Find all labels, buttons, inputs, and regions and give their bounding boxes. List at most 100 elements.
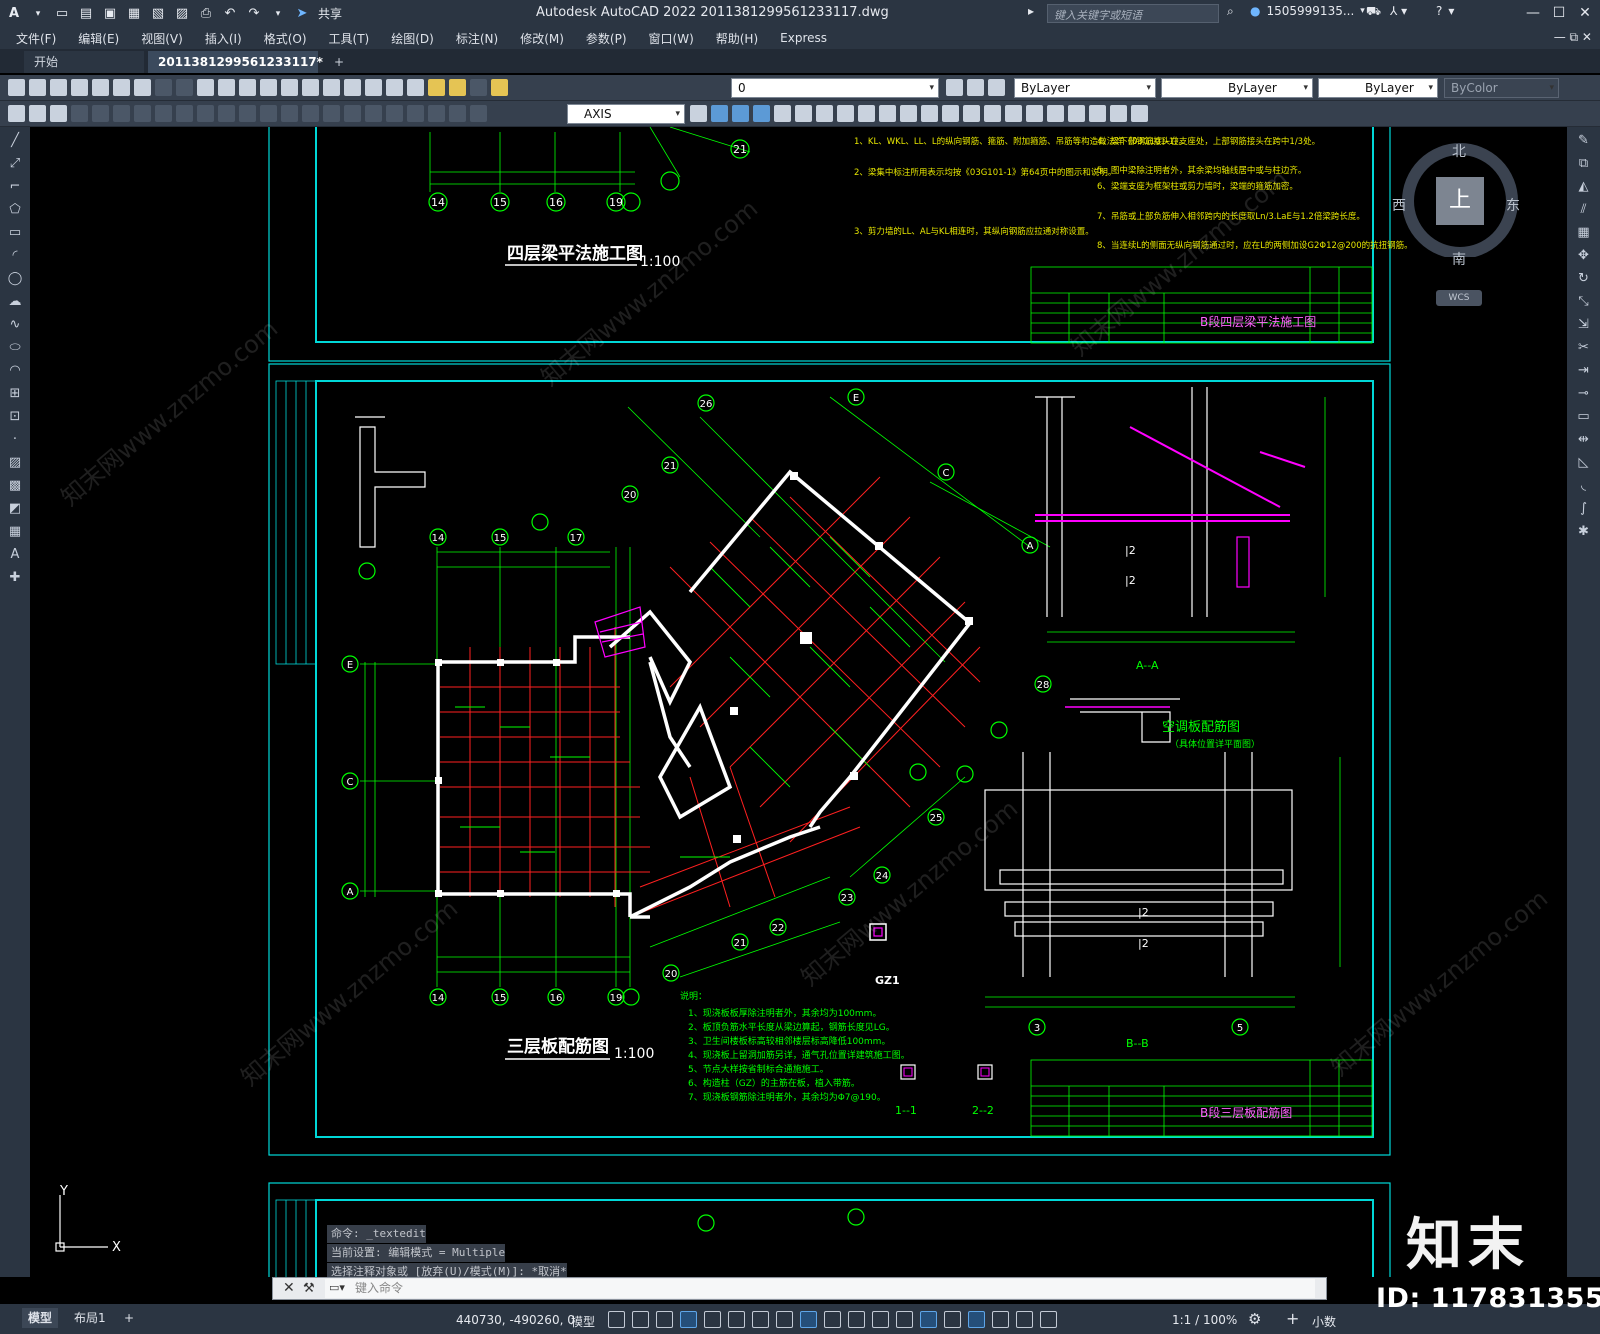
add-layout-button[interactable]: +	[118, 1308, 140, 1328]
document-window-controls[interactable]: — ⧉ ✕	[1554, 30, 1592, 45]
continue-dim-icon[interactable]	[281, 105, 298, 122]
customize-dropdown-icon[interactable]: ▾	[270, 6, 286, 22]
copy-icon[interactable]: ⧉	[1575, 155, 1593, 173]
ucs-y-icon[interactable]	[984, 105, 1001, 122]
inspection-icon[interactable]	[386, 105, 403, 122]
dim-update-icon[interactable]	[470, 105, 487, 122]
redo-icon[interactable]	[176, 79, 193, 96]
rotate-icon[interactable]: ↻	[1575, 270, 1593, 288]
sheet-set-icon[interactable]	[344, 79, 361, 96]
object-snap-icon[interactable]	[800, 1311, 817, 1328]
layer-properties-icon[interactable]	[946, 79, 963, 96]
hatch-icon[interactable]: ▨	[6, 454, 24, 472]
design-center-icon[interactable]	[302, 79, 319, 96]
linear-dim-icon[interactable]	[71, 105, 88, 122]
explode-icon[interactable]: ✱	[1575, 523, 1593, 541]
insert-block-icon[interactable]: ⊞	[6, 385, 24, 403]
minimize-button[interactable]: —	[1520, 2, 1546, 24]
center-mark-icon[interactable]	[365, 105, 382, 122]
layer-previous-icon[interactable]	[988, 79, 1005, 96]
annotation-scale[interactable]: 1:1 / 100%	[1172, 1313, 1237, 1327]
menu-format[interactable]: 格式(O)	[264, 30, 307, 47]
undo-icon[interactable]	[155, 79, 172, 96]
share-label[interactable]: 共享	[318, 5, 342, 22]
zoom-previous-icon[interactable]	[260, 79, 277, 96]
table-icon[interactable]: ▦	[6, 523, 24, 541]
scale-icon[interactable]: ⤡	[1575, 293, 1593, 311]
spline-icon[interactable]: ∿	[6, 316, 24, 334]
tab-current-drawing[interactable]: 2011381299561233117*	[148, 51, 323, 73]
make-current-icon[interactable]	[967, 79, 984, 96]
web-open-icon[interactable]: ▧	[150, 6, 166, 22]
join-icon[interactable]: ⇹	[1575, 431, 1593, 449]
ortho-icon[interactable]	[704, 1311, 721, 1328]
view-front-icon[interactable]	[711, 105, 728, 122]
viewcube-north[interactable]: 北	[1452, 141, 1466, 161]
polar-tracking-icon[interactable]	[728, 1311, 745, 1328]
menu-modify[interactable]: 修改(M)	[520, 30, 564, 47]
redo-icon[interactable]: ↷	[246, 6, 262, 22]
wcs-menu[interactable]: WCS	[1436, 290, 1482, 306]
autodesk-a360-icon[interactable]: ⅄ ▾	[1390, 4, 1407, 18]
print-icon[interactable]: ⎙	[198, 6, 214, 22]
wireframe-icon[interactable]	[1089, 105, 1106, 122]
autocad-logo-icon[interactable]: A	[6, 6, 22, 22]
menu-window[interactable]: 窗口(W)	[649, 30, 694, 47]
cursor-coordinates[interactable]: 440730, -490260, 0	[456, 1313, 575, 1327]
object-snap-tracking-icon[interactable]	[776, 1311, 793, 1328]
stretch-icon[interactable]: ⇲	[1575, 316, 1593, 334]
transparency-icon[interactable]	[848, 1311, 865, 1328]
extend-icon[interactable]: ⇥	[1575, 362, 1593, 380]
menu-view[interactable]: 视图(V)	[141, 30, 183, 47]
drawing-canvas[interactable]: 14 15 16 19 21 四层梁平法施工图 1:100 1、KL、WKL、L…	[30, 127, 1567, 1277]
model-space-button[interactable]: 模型	[571, 1313, 595, 1330]
hatch-icon[interactable]	[50, 105, 67, 122]
new-tab-button[interactable]: +	[324, 51, 348, 73]
web-save-icon[interactable]: ▨	[174, 6, 190, 22]
ellipse-icon[interactable]: ⬭	[6, 339, 24, 357]
region-icon[interactable]: ◩	[6, 500, 24, 518]
close-button[interactable]: ✕	[1572, 2, 1598, 24]
erase-icon[interactable]: ✎	[1575, 132, 1593, 150]
aligned-dim-icon[interactable]	[92, 105, 109, 122]
tool-palettes-icon[interactable]	[323, 79, 340, 96]
visual-style-icon[interactable]	[1047, 105, 1064, 122]
revcloud-icon[interactable]: ☁	[6, 293, 24, 311]
user-account[interactable]: ● 1505999135... ▾	[1250, 4, 1365, 18]
menu-insert[interactable]: 插入(I)	[205, 30, 242, 47]
menu-parametric[interactable]: 参数(P)	[586, 30, 627, 47]
break-icon[interactable]: ▭	[1575, 408, 1593, 426]
dim-break-icon[interactable]	[323, 105, 340, 122]
layer-lock-icon[interactable]	[491, 79, 508, 96]
mtext-icon[interactable]: A	[6, 546, 24, 564]
view-left-icon[interactable]	[753, 105, 770, 122]
menu-draw[interactable]: 绘图(D)	[391, 30, 434, 47]
viewcube-west[interactable]: 西	[1392, 195, 1406, 215]
line-icon[interactable]: ╱	[6, 132, 24, 150]
menu-help[interactable]: 帮助(H)	[716, 30, 758, 47]
help-icon[interactable]	[407, 79, 424, 96]
block-icon[interactable]	[29, 105, 46, 122]
save-as-icon[interactable]: ▦	[126, 6, 142, 22]
jogged-dim-icon[interactable]	[176, 105, 193, 122]
plot-preview-icon[interactable]	[92, 79, 109, 96]
circle-icon[interactable]: ◯	[6, 270, 24, 288]
zoom-window-icon[interactable]	[239, 79, 256, 96]
ucs-x-icon[interactable]	[963, 105, 980, 122]
ucs-icon[interactable]	[774, 105, 791, 122]
polyline-icon[interactable]: ⌐	[6, 178, 24, 196]
dropdown-icon[interactable]: ▾	[30, 6, 46, 22]
search-expand-icon[interactable]: ▸	[1028, 4, 1034, 18]
polygon-icon[interactable]: ⬠	[6, 201, 24, 219]
command-input[interactable]: 键入命令	[325, 1279, 1315, 1298]
quick-dim-icon[interactable]	[239, 105, 256, 122]
viewcube-top-face[interactable]: 上	[1436, 177, 1484, 225]
open-file-icon[interactable]: ▤	[78, 6, 94, 22]
ucs-apply-icon[interactable]	[1026, 105, 1043, 122]
conceptual-icon[interactable]	[1131, 105, 1148, 122]
viewcube-south[interactable]: 南	[1452, 249, 1466, 269]
wrench-icon[interactable]: ⚒	[303, 1281, 315, 1296]
menu-express[interactable]: Express	[780, 31, 827, 45]
lineweight-dropdown[interactable]: ByLayer ▾	[1318, 78, 1438, 98]
arc-dim-icon[interactable]	[113, 105, 130, 122]
